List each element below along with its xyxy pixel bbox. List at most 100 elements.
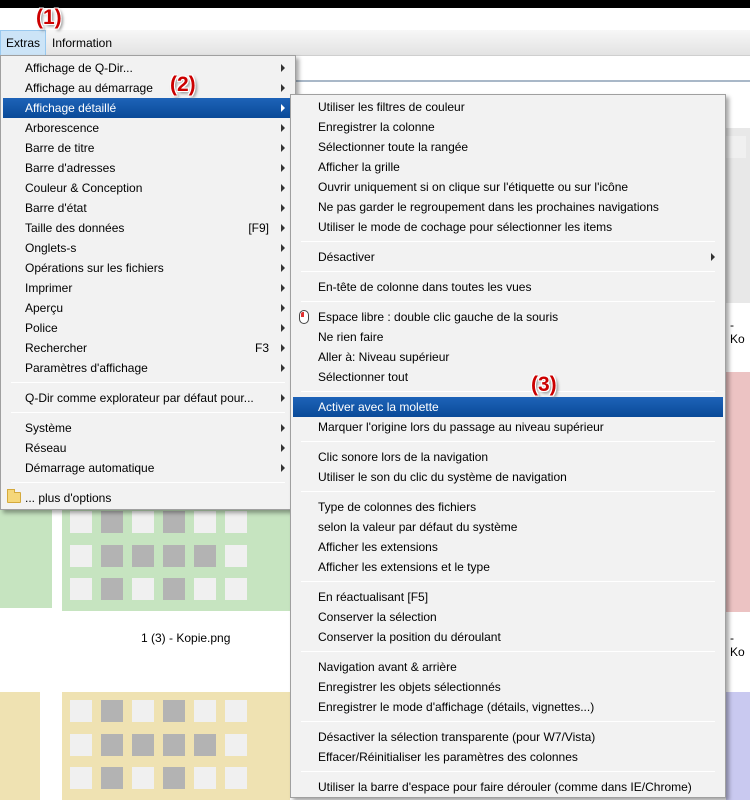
chevron-right-icon xyxy=(281,424,285,432)
menu-item-barre-adresses[interactable]: Barre d'adresses xyxy=(3,158,293,178)
submenu-item[interactable]: En-tête de colonne dans toutes les vues xyxy=(293,277,723,297)
menu-separator xyxy=(301,491,715,492)
submenu-item[interactable]: Effacer/Réinitialiser les paramètres des… xyxy=(293,747,723,767)
submenu-item[interactable]: Conserver la position du déroulant xyxy=(293,627,723,647)
submenu-item[interactable]: Utiliser le son du clic du système de na… xyxy=(293,467,723,487)
menu-separator xyxy=(11,412,285,413)
submenu-item[interactable]: Sélectionner tout xyxy=(293,367,723,387)
submenu-item[interactable]: Enregistrer le mode d'affichage (détails… xyxy=(293,697,723,717)
chevron-right-icon xyxy=(281,364,285,372)
chevron-right-icon xyxy=(281,394,285,402)
submenu-item[interactable]: Enregistrer la colonne xyxy=(293,117,723,137)
menu-item-operations-fichiers[interactable]: Opérations sur les fichiers xyxy=(3,258,293,278)
menu-item-onglets[interactable]: Onglets-s xyxy=(3,238,293,258)
annotation-2: (2) xyxy=(170,73,196,96)
thumbnail-green-left[interactable] xyxy=(0,503,52,608)
menu-item-demarrage-auto[interactable]: Démarrage automatique xyxy=(3,458,293,478)
submenu-item[interactable]: Clic sonore lors de la navigation xyxy=(293,447,723,467)
submenu-item[interactable]: Afficher les extensions et le type xyxy=(293,557,723,577)
submenu-item[interactable]: Utiliser les filtres de couleur xyxy=(293,97,723,117)
submenu-item[interactable]: Sélectionner toute la rangée xyxy=(293,137,723,157)
submenu-item-desactiver[interactable]: Désactiver xyxy=(293,247,723,267)
menu-information[interactable]: Information xyxy=(47,30,117,56)
submenu-item[interactable]: Aller à: Niveau supérieur xyxy=(293,347,723,367)
menu-extras[interactable]: Extras xyxy=(0,30,47,56)
shortcut-label: F3 xyxy=(254,341,269,355)
submenu-item[interactable]: Utiliser le mode de cochage pour sélecti… xyxy=(293,217,723,237)
menu-separator xyxy=(11,382,285,383)
submenu-item[interactable]: Ne pas garder le regroupement dans les p… xyxy=(293,197,723,217)
top-black-bar xyxy=(0,0,750,8)
submenu-item[interactable]: Ne rien faire xyxy=(293,327,723,347)
menu-separator xyxy=(301,581,715,582)
chevron-right-icon xyxy=(281,204,285,212)
thumbnail-blue[interactable] xyxy=(726,692,750,800)
shortcut-label: [F9] xyxy=(248,221,269,235)
menu-item-arborescence[interactable]: Arborescence xyxy=(3,118,293,138)
submenu-item[interactable]: Afficher les extensions xyxy=(293,537,723,557)
menu-item-parametres-affichage[interactable]: Paramètres d'affichage xyxy=(3,358,293,378)
submenu-item[interactable]: Afficher la grille xyxy=(293,157,723,177)
submenu-item-activer-molette[interactable]: Activer avec la molette xyxy=(293,397,723,417)
chevron-right-icon xyxy=(281,324,285,332)
submenu-item[interactable]: Enregistrer les objets sélectionnés xyxy=(293,677,723,697)
menu-bar: Extras Information xyxy=(0,30,750,56)
menu-item-imprimer[interactable]: Imprimer xyxy=(3,278,293,298)
menu-item-barre-titre[interactable]: Barre de titre xyxy=(3,138,293,158)
menu-separator xyxy=(301,441,715,442)
affichage-detaille-submenu: Utiliser les filtres de couleur Enregist… xyxy=(290,94,726,798)
menu-item-police[interactable]: Police xyxy=(3,318,293,338)
annotation-3: (3) xyxy=(531,373,557,396)
chevron-right-icon xyxy=(281,444,285,452)
address-bar-edge xyxy=(296,62,750,82)
thumbnail-yellow-left[interactable] xyxy=(0,692,40,800)
thumbnail-yellow[interactable] xyxy=(62,692,290,800)
submenu-item[interactable]: Désactiver la sélection transparente (po… xyxy=(293,727,723,747)
chevron-right-icon xyxy=(281,104,285,112)
menu-separator xyxy=(301,771,715,772)
menu-item-reseau[interactable]: Réseau xyxy=(3,438,293,458)
chevron-right-icon xyxy=(281,144,285,152)
menu-item-explorateur-defaut[interactable]: Q-Dir comme explorateur par défaut pour.… xyxy=(3,388,293,408)
submenu-item[interactable]: Conserver la sélection xyxy=(293,607,723,627)
menu-separator xyxy=(11,482,285,483)
menu-item-apercu[interactable]: Aperçu xyxy=(3,298,293,318)
chevron-right-icon xyxy=(281,164,285,172)
submenu-item[interactable]: Ouvrir uniquement si on clique sur l'éti… xyxy=(293,177,723,197)
menu-separator xyxy=(301,301,715,302)
thumbnail-green[interactable] xyxy=(62,503,290,611)
chevron-right-icon xyxy=(281,84,285,92)
file-label[interactable]: 1 (3) - Kopie.png xyxy=(141,631,230,645)
folder-icon xyxy=(7,489,21,503)
submenu-item[interactable]: Marquer l'origine lors du passage au niv… xyxy=(293,417,723,437)
menu-item-affichage-detaille[interactable]: Affichage détaillé xyxy=(3,98,293,118)
menu-separator xyxy=(301,271,715,272)
submenu-item[interactable]: Navigation avant & arrière xyxy=(293,657,723,677)
menu-item-couleur-conception[interactable]: Couleur & Conception xyxy=(3,178,293,198)
menu-separator xyxy=(301,721,715,722)
submenu-item[interactable]: Type de colonnes des fichiers xyxy=(293,497,723,517)
file-size-label-1: - Ko xyxy=(730,318,745,346)
submenu-item[interactable]: Utiliser la barre d'espace pour faire dé… xyxy=(293,777,723,797)
submenu-item[interactable]: selon la valeur par défaut du système xyxy=(293,517,723,537)
chevron-right-icon xyxy=(711,253,715,261)
extras-menu: Affichage de Q-Dir... Affichage au démar… xyxy=(0,55,296,510)
menu-item-barre-etat[interactable]: Barre d'état xyxy=(3,198,293,218)
annotation-1: (1) xyxy=(36,6,62,29)
menu-item-plus-options[interactable]: ... plus d'options xyxy=(3,488,293,508)
chevron-right-icon xyxy=(281,64,285,72)
chevron-right-icon xyxy=(281,264,285,272)
chevron-right-icon xyxy=(281,304,285,312)
mouse-icon xyxy=(299,310,309,324)
chevron-right-icon xyxy=(281,184,285,192)
submenu-item-espace-libre[interactable]: Espace libre : double clic gauche de la … xyxy=(293,307,723,327)
submenu-item[interactable]: En réactualisant [F5] xyxy=(293,587,723,607)
menu-separator xyxy=(301,651,715,652)
menu-item-affichage-q-dir[interactable]: Affichage de Q-Dir... xyxy=(3,58,293,78)
menu-item-affichage-demarrage[interactable]: Affichage au démarrage xyxy=(3,78,293,98)
file-size-label-2: - Ko xyxy=(730,631,745,659)
menu-item-taille-donnees[interactable]: Taille des données [F9] xyxy=(3,218,293,238)
menu-item-rechercher[interactable]: Rechercher F3 xyxy=(3,338,293,358)
chevron-right-icon xyxy=(281,344,285,352)
menu-item-systeme[interactable]: Système xyxy=(3,418,293,438)
